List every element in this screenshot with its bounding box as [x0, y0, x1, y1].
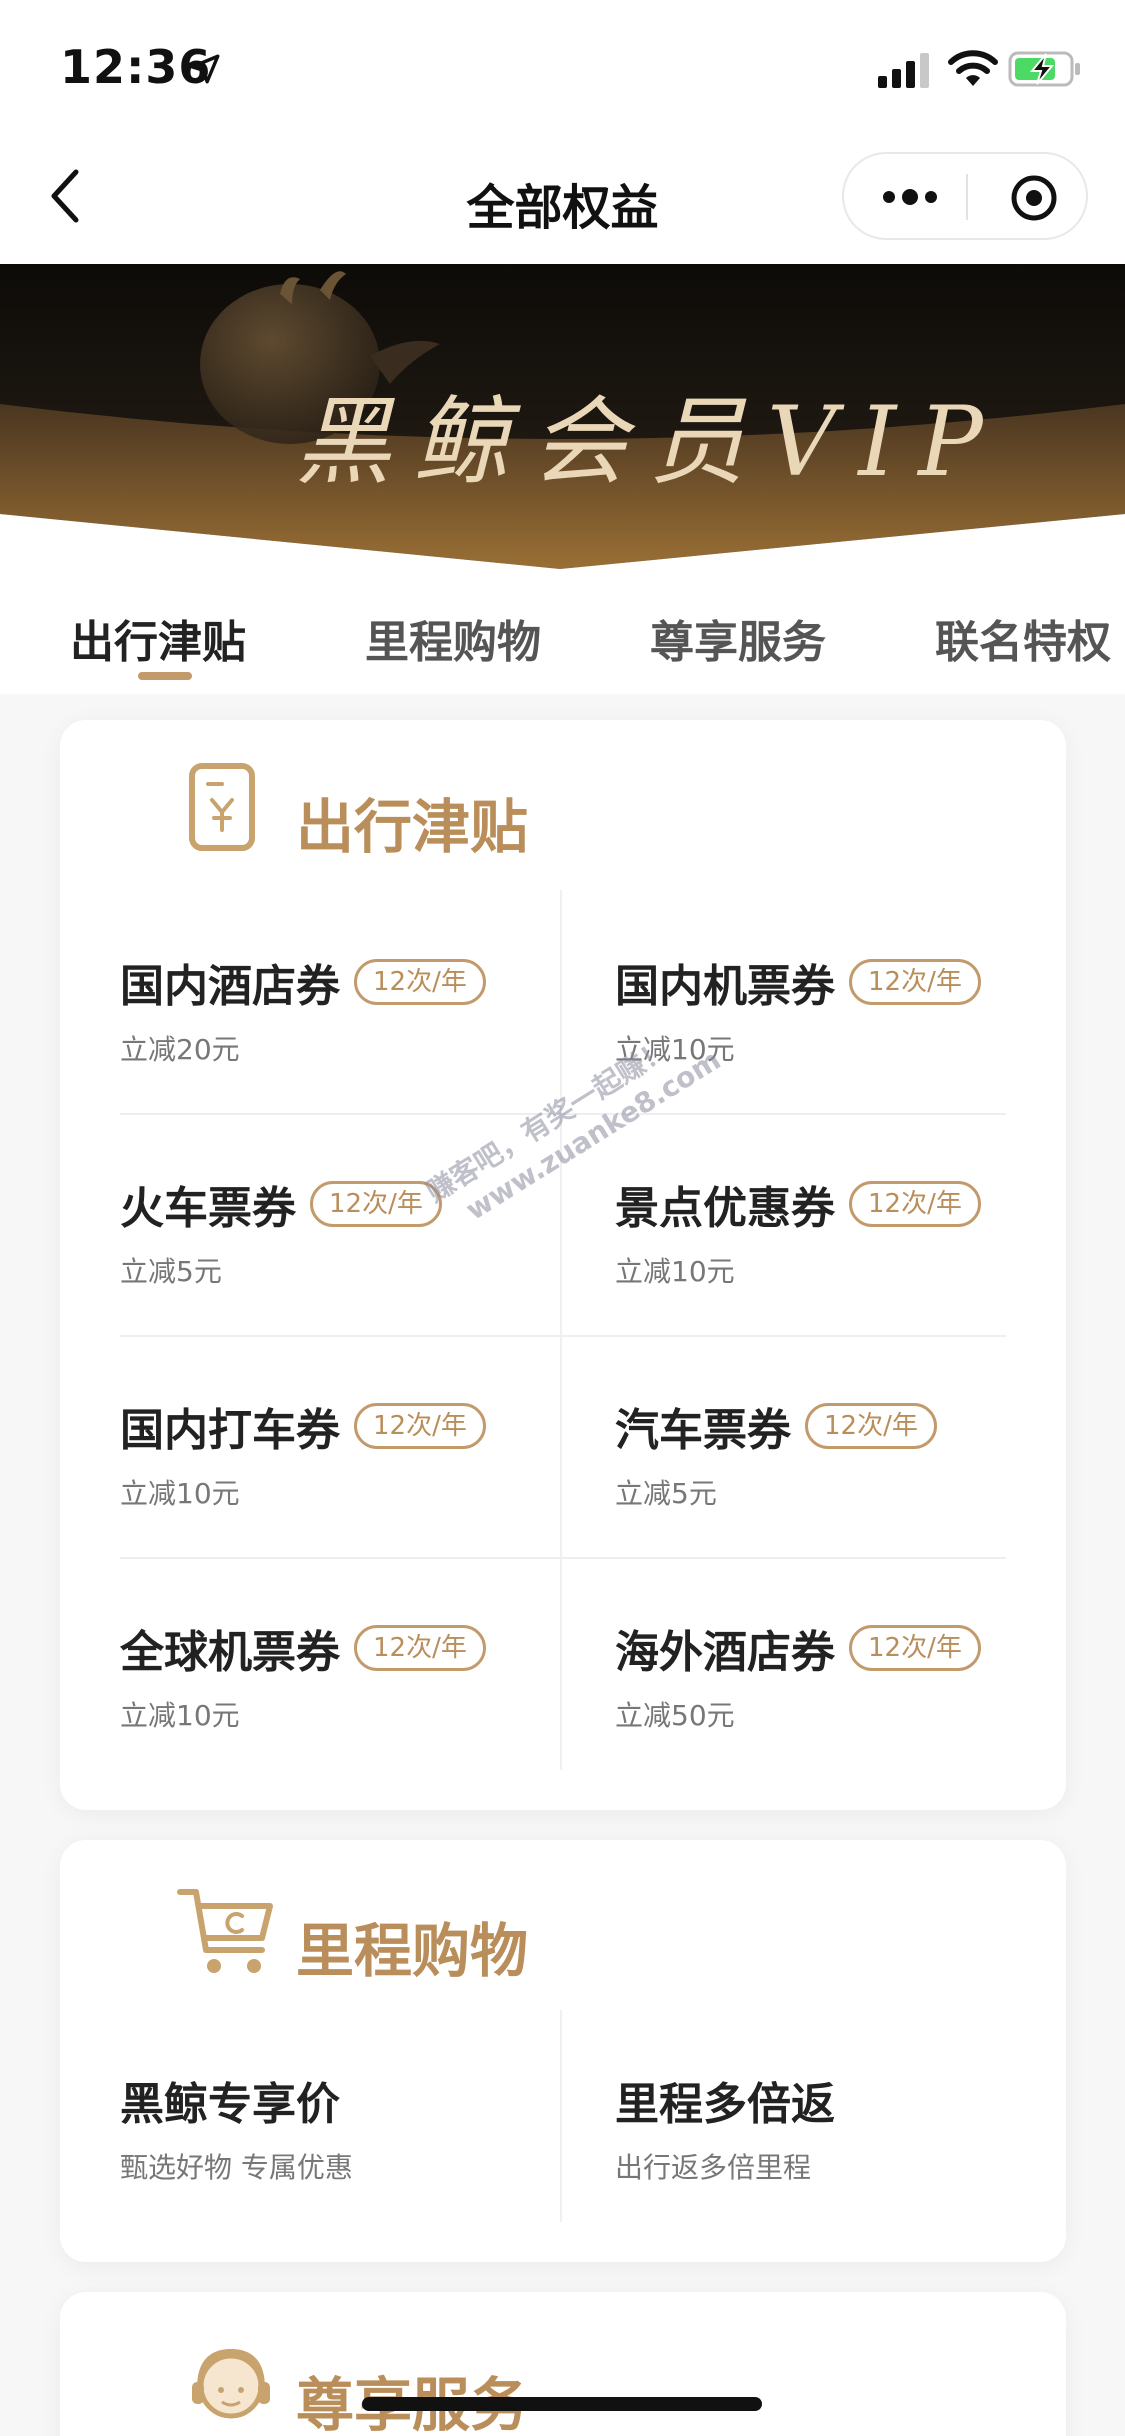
- benefit-name: 国内打车券: [120, 1405, 340, 1456]
- row-divider: [120, 1335, 1006, 1337]
- section-card-shopping: 里程购物 黑鲸专享价 甄选好物 专属优惠 里程多倍返 出行返多倍里程: [60, 1840, 1066, 2262]
- wifi-icon: [948, 50, 998, 86]
- voucher-icon: [189, 763, 255, 851]
- benefit-name: 里程多倍返: [615, 2079, 835, 2130]
- benefit-item[interactable]: 景点优惠券 12次/年 立减10元: [615, 1172, 1055, 1290]
- section-title: 里程购物: [296, 1917, 529, 1985]
- active-tab-indicator: [138, 672, 192, 680]
- nav-bar: 全部权益: [0, 130, 1125, 264]
- status-bar: 12:36: [0, 0, 1125, 130]
- quota-badge: 12次/年: [354, 1403, 486, 1449]
- benefit-desc: 出行返多倍里程: [615, 2151, 812, 2184]
- capsule-divider: [966, 174, 968, 220]
- customer-service-icon: [192, 2348, 270, 2419]
- cart-icon: [177, 1889, 273, 1973]
- benefit-desc: 立减20元: [120, 1033, 240, 1066]
- benefit-item[interactable]: 海外酒店券 12次/年 立减50元: [615, 1616, 1055, 1734]
- benefit-name: 国内酒店券: [120, 961, 340, 1012]
- battery-charging-icon: [1008, 51, 1080, 87]
- benefit-name: 景点优惠券: [615, 1183, 835, 1234]
- location-arrow-icon: [190, 54, 220, 84]
- quota-badge: 12次/年: [354, 1625, 486, 1671]
- benefit-desc: 立减50元: [615, 1699, 735, 1732]
- tab-bar: 出行津贴 里程购物 尊享服务 联名特权: [0, 574, 1125, 694]
- mini-program-capsule: [842, 152, 1088, 240]
- benefit-item[interactable]: 全球机票券 12次/年 立减10元: [120, 1616, 560, 1734]
- benefit-item[interactable]: 国内打车券 12次/年 立减10元: [120, 1394, 560, 1512]
- benefit-item[interactable]: 黑鲸专享价 甄选好物 专属优惠: [120, 2068, 560, 2186]
- vip-banner: 黑鲸会员VIP: [0, 264, 1125, 574]
- benefit-name: 国内机票券: [615, 961, 835, 1012]
- benefit-name: 全球机票券: [120, 1627, 340, 1678]
- benefit-item[interactable]: 里程多倍返 出行返多倍里程: [615, 2068, 1055, 2186]
- quota-badge: 12次/年: [805, 1403, 937, 1449]
- benefit-name: 黑鲸专享价: [120, 2079, 340, 2130]
- benefit-desc: 甄选好物 专属优惠: [120, 2151, 353, 2184]
- benefit-name: 汽车票券: [615, 1405, 791, 1456]
- benefit-name: 火车票券: [120, 1183, 296, 1234]
- benefit-desc: 立减10元: [120, 1477, 240, 1510]
- more-icon[interactable]: [880, 182, 940, 212]
- benefit-desc: 立减10元: [615, 1255, 735, 1288]
- banner-title: 黑鲸会员VIP: [295, 386, 1005, 498]
- benefit-desc: 立减10元: [120, 1699, 240, 1732]
- benefit-name: 海外酒店券: [615, 1627, 835, 1678]
- benefit-desc: 立减5元: [120, 1255, 222, 1288]
- quota-badge: 12次/年: [849, 1181, 981, 1227]
- column-divider: [560, 2010, 562, 2222]
- quota-badge: 12次/年: [310, 1181, 442, 1227]
- benefit-desc: 立减5元: [615, 1477, 717, 1510]
- benefit-item[interactable]: 国内酒店券 12次/年 立减20元: [120, 950, 560, 1068]
- quota-badge: 12次/年: [354, 959, 486, 1005]
- tab-shopping[interactable]: 里程购物: [365, 606, 541, 670]
- column-divider: [560, 890, 562, 1770]
- section-title: 出行津贴: [296, 793, 529, 861]
- section-card-service: 尊享服务: [60, 2292, 1066, 2436]
- tab-cobrand[interactable]: 联名特权: [935, 606, 1111, 670]
- tab-service[interactable]: 尊享服务: [650, 606, 826, 670]
- cellular-signal-icon: [878, 53, 929, 88]
- benefit-item[interactable]: 汽车票券 12次/年 立减5元: [615, 1394, 1055, 1512]
- section-card-travel: 出行津贴 国内酒店券 12次/年 立减20元 国内机票券 12次/年 立减10元 火…: [60, 720, 1066, 1810]
- row-divider: [120, 1557, 1006, 1559]
- close-mini-program-icon[interactable]: [1010, 174, 1058, 222]
- quota-badge: 12次/年: [849, 1625, 981, 1671]
- home-indicator: [362, 2397, 762, 2411]
- quota-badge: 12次/年: [849, 959, 981, 1005]
- tab-travel[interactable]: 出行津贴: [70, 606, 246, 670]
